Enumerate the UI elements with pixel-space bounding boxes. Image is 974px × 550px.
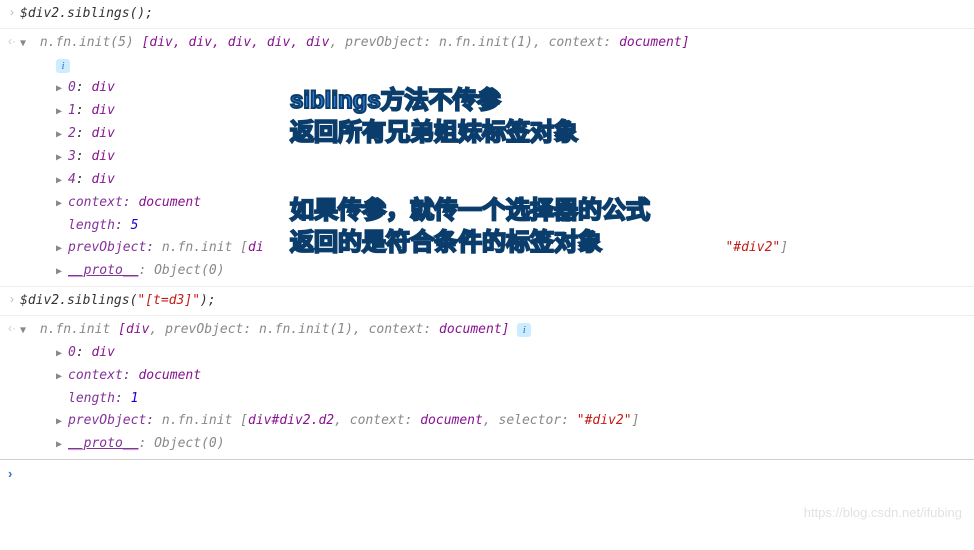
prevobj-label: prevObject: <box>165 322 251 337</box>
expand-icon[interactable] <box>56 101 68 123</box>
ctx-val: document <box>619 35 682 50</box>
output-content[interactable]: n.fn.init [div, prevObject: n.fn.init(1)… <box>20 319 966 456</box>
prop-context[interactable]: context: document <box>20 192 966 215</box>
expand-icon[interactable] <box>56 170 68 192</box>
prop-4[interactable]: 4: div <box>20 169 966 192</box>
prevobj-label: prevObject: <box>345 35 431 50</box>
prompt-caret-icon: › <box>8 466 12 481</box>
input-code[interactable]: $div2.siblings(); <box>20 3 966 25</box>
init-label: n.fn.init(5) <box>40 35 134 50</box>
result-header[interactable]: n.fn.init(5) [div, div, div, div, div, p… <box>20 32 966 55</box>
prop-1[interactable]: 1: div <box>20 100 966 123</box>
console-output-2: ‹· n.fn.init [div, prevObject: n.fn.init… <box>0 316 974 459</box>
prop-length: length: 5 <box>20 215 966 237</box>
prop-length: length: 1 <box>20 388 966 410</box>
close-bracket: ] <box>682 35 690 50</box>
expand-icon[interactable] <box>56 343 68 365</box>
prevobj-val: n.fn.init(1) <box>259 322 353 337</box>
console-prompt[interactable]: › <box>0 459 974 488</box>
console-input-1: › $div2.siblings(); <box>0 0 974 29</box>
info-row: i <box>20 55 966 77</box>
ctx-val: document <box>439 322 502 337</box>
console-output-1: ‹· n.fn.init(5) [div, div, div, div, div… <box>0 29 974 287</box>
info-icon[interactable]: i <box>517 323 531 337</box>
array-items: [div, div, div, div, div <box>142 35 330 50</box>
close-bracket: ] <box>502 322 510 337</box>
console-input-2: › $div2.siblings("[t=d3]"); <box>0 287 974 316</box>
input-marker: › <box>4 3 20 21</box>
expand-icon[interactable] <box>20 33 32 55</box>
expand-icon[interactable] <box>56 238 68 260</box>
prop-context[interactable]: context: document <box>20 365 966 388</box>
expand-icon[interactable] <box>56 124 68 146</box>
prop-0[interactable]: 0: div <box>20 342 966 365</box>
expand-icon[interactable] <box>56 261 68 283</box>
prop-0[interactable]: 0: div <box>20 77 966 100</box>
input-code[interactable]: $div2.siblings("[t=d3]"); <box>20 290 966 312</box>
expand-icon[interactable] <box>56 147 68 169</box>
expand-icon[interactable] <box>20 320 32 342</box>
prop-prevobject[interactable]: prevObject: n.fn.init [div#div2.d2, cont… <box>20 410 966 433</box>
expand-icon[interactable] <box>56 193 68 215</box>
output-marker: ‹· <box>4 32 20 50</box>
prop-3[interactable]: 3: div <box>20 146 966 169</box>
output-marker: ‹· <box>4 319 20 337</box>
prop-2[interactable]: 2: div <box>20 123 966 146</box>
expand-icon[interactable] <box>56 366 68 388</box>
output-content[interactable]: n.fn.init(5) [div, div, div, div, div, p… <box>20 32 966 283</box>
expand-icon[interactable] <box>56 411 68 433</box>
input-marker: › <box>4 290 20 308</box>
ctx-label: context: <box>369 322 432 337</box>
prop-proto[interactable]: __proto__: Object(0) <box>20 433 966 456</box>
init-label: n.fn.init <box>40 322 110 337</box>
result-header[interactable]: n.fn.init [div, prevObject: n.fn.init(1)… <box>20 319 966 342</box>
expand-icon[interactable] <box>56 434 68 456</box>
prop-proto[interactable]: __proto__: Object(0) <box>20 260 966 283</box>
ctx-label: context: <box>549 35 612 50</box>
prevobj-val: n.fn.init(1) <box>439 35 533 50</box>
info-icon[interactable]: i <box>56 59 70 73</box>
expand-icon[interactable] <box>56 78 68 100</box>
prop-prevobject[interactable]: prevObject: n.fn.init [di "#div2"] <box>20 237 966 260</box>
watermark: https://blog.csdn.net/ifubing <box>804 505 962 520</box>
